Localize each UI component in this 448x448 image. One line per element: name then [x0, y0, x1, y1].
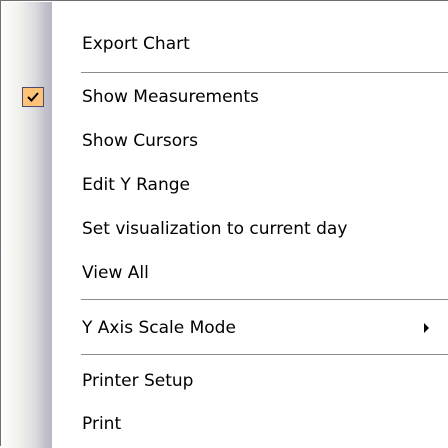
menu-item-set-visualization-current-day[interactable]: Set visualization to current day — [2, 212, 448, 247]
menu-item-label: Printer Setup — [82, 371, 194, 391]
menu-item-show-measurements[interactable]: Show Measurements — [2, 80, 448, 115]
menu-item-label: Show Cursors — [82, 131, 199, 151]
submenu-arrow-icon — [424, 323, 429, 333]
menu-item-print[interactable]: Print — [2, 407, 448, 442]
check-icon — [22, 87, 44, 107]
menu-item-show-cursors[interactable]: Show Cursors — [2, 124, 448, 159]
menu-item-label: Y Axis Scale Mode — [82, 318, 236, 338]
menu-item-printer-setup[interactable]: Printer Setup — [2, 364, 448, 399]
menu-separator — [81, 72, 448, 73]
menu-item-label: View All — [82, 263, 149, 283]
menu-item-y-axis-scale-mode[interactable]: Y Axis Scale Mode — [2, 311, 448, 346]
menu-item-label: Set visualization to current day — [82, 219, 348, 239]
menu-item-label: Export Chart — [82, 34, 190, 54]
menu-item-label: Edit Y Range — [82, 175, 190, 195]
menu-item-label: Print — [82, 414, 122, 434]
menu-separator — [81, 354, 448, 355]
menu-item-export-chart[interactable]: Export Chart — [2, 27, 448, 62]
menu-separator — [81, 299, 448, 300]
menu-item-label: Show Measurements — [82, 87, 259, 107]
menu-item-edit-y-range[interactable]: Edit Y Range — [2, 168, 448, 203]
menu-item-view-all[interactable]: View All — [2, 256, 448, 291]
context-menu: Export Chart Show Measurements Show Curs… — [0, 0, 448, 448]
